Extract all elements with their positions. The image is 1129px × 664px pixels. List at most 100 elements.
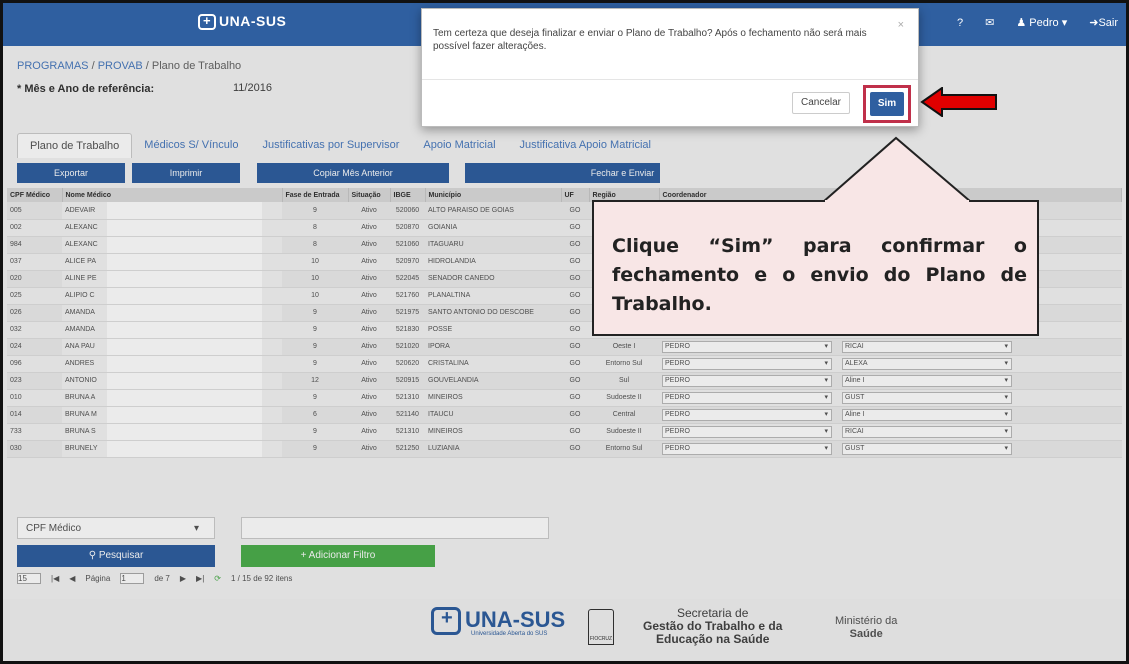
- cell-fase: 8: [282, 236, 348, 254]
- tab-plano-trabalho[interactable]: Plano de Trabalho: [17, 133, 133, 158]
- cell-nome: BRUNA A: [62, 389, 282, 407]
- cell-fase: 12: [282, 372, 348, 390]
- reference-value[interactable]: 11/2016: [233, 82, 272, 94]
- table-row[interactable]: 010 BRUNA A 9 Ativo 521310 MINEIROS GO Sudoeste…: [7, 389, 1122, 407]
- table-row[interactable]: 024 ANA PAU 9 Ativo 521020 IPORA GO Oeste I PEDR…: [7, 338, 1122, 356]
- close-icon[interactable]: ×: [898, 19, 904, 31]
- next-page-icon[interactable]: ▶: [180, 574, 186, 583]
- col-uf[interactable]: UF: [561, 188, 590, 202]
- cell-nome: BRUNELY: [62, 440, 282, 458]
- cell-coord: PEDRO: [659, 423, 839, 441]
- col-nome[interactable]: Nome Médico: [62, 188, 283, 202]
- cell-ibge: 520060: [390, 202, 425, 220]
- cell-mun: PLANALTINA: [425, 287, 561, 305]
- print-button[interactable]: Imprimir: [132, 163, 240, 183]
- cell-ibge: 520870: [390, 219, 425, 237]
- cell-cpf: 025: [7, 287, 62, 305]
- coordenador-select[interactable]: PEDRO: [662, 391, 832, 404]
- page-input[interactable]: 1: [120, 573, 145, 584]
- cell-fase: 9: [282, 440, 348, 458]
- confirm-highlight: Sim: [863, 85, 911, 123]
- cell-fase: 8: [282, 219, 348, 237]
- select-value: Aline I: [845, 376, 865, 384]
- export-button[interactable]: Exportar: [17, 163, 125, 183]
- unasus-logo[interactable]: UNA-SUS: [198, 13, 286, 31]
- tab-justificativas-supervisor[interactable]: Justificativas por Supervisor: [250, 133, 411, 158]
- cell-nome-text: BRUNA M: [65, 411, 97, 418]
- tab-justificativa-apoio[interactable]: Justificativa Apoio Matricial: [508, 133, 663, 158]
- cancel-button[interactable]: Cancelar: [792, 92, 850, 114]
- cell-uf: GO: [561, 389, 589, 407]
- col-fase[interactable]: Fase de Entrada: [282, 188, 349, 202]
- cell-nome-text: BRUNELY: [65, 445, 98, 452]
- user-menu[interactable]: ♟ Pedro ▾: [1016, 16, 1067, 29]
- coordenador-select[interactable]: PEDRO: [662, 374, 832, 387]
- supervisor-select[interactable]: Aline I: [842, 374, 1012, 387]
- cell-nome-text: ANA PAU: [65, 343, 95, 350]
- cell-coord: PEDRO: [659, 355, 839, 373]
- cell-nome-text: AMANDA: [65, 309, 95, 316]
- page-size-select[interactable]: 15: [17, 573, 41, 584]
- breadcrumb-programas[interactable]: PROGRAMAS: [17, 60, 89, 72]
- confirm-button[interactable]: Sim: [870, 92, 904, 116]
- dialog-divider: [422, 79, 918, 80]
- cell-nome: BRUNA S: [62, 423, 282, 441]
- cell-nome-text: ALEXANC: [65, 224, 98, 231]
- col-situacao[interactable]: Situação: [348, 188, 391, 202]
- table-row[interactable]: 733 BRUNA S 9 Ativo 521310 MINEIROS GO Sudoeste…: [7, 423, 1122, 441]
- table-row[interactable]: 023 ANTONIO 12 Ativo 520915 GOUVELANDIA GO Sul P…: [7, 372, 1122, 390]
- cell-fase: 9: [282, 355, 348, 373]
- table-row[interactable]: 030 BRUNELY 9 Ativo 521250 LUZIANIA GO Entorno …: [7, 440, 1122, 458]
- coordenador-select[interactable]: PEDRO: [662, 425, 832, 438]
- supervisor-select[interactable]: GUST: [842, 391, 1012, 404]
- pointer-arrow-icon: [920, 87, 997, 117]
- tab-bar: Plano de Trabalho Médicos S/ Vínculo Jus…: [17, 133, 663, 158]
- col-ibge[interactable]: IBGE: [390, 188, 426, 202]
- unasus-logo-icon: [198, 13, 216, 31]
- ministerio-logo: Ministério da Saúde: [835, 615, 897, 641]
- table-row[interactable]: 014 BRUNA M 6 Ativo 521140 ITAUCU GO Central PED…: [7, 406, 1122, 424]
- coordenador-select[interactable]: PEDRO: [662, 408, 832, 421]
- cell-mun: MINEIROS: [425, 423, 561, 441]
- col-municipio[interactable]: Município: [425, 188, 562, 202]
- col-cpf[interactable]: CPF Médico: [7, 188, 63, 202]
- cell-ibge: 520620: [390, 355, 425, 373]
- filter-value-input[interactable]: [241, 517, 549, 539]
- close-send-button[interactable]: Fechar e Enviar: [465, 163, 660, 183]
- help-icon[interactable]: ?: [957, 17, 963, 29]
- filter-field-select[interactable]: CPF Médico ▾: [17, 517, 215, 539]
- tab-medicos-sem-vinculo[interactable]: Médicos S/ Vínculo: [132, 133, 250, 158]
- last-page-icon[interactable]: ▶|: [196, 574, 204, 583]
- cell-sit: Ativo: [348, 304, 390, 322]
- first-page-icon[interactable]: |◀: [51, 574, 59, 583]
- copy-previous-month-button[interactable]: Copiar Mês Anterior: [257, 163, 449, 183]
- coordenador-select[interactable]: PEDRO: [662, 442, 832, 455]
- cell-fase: 9: [282, 304, 348, 322]
- table-row[interactable]: 096 ANDRES 9 Ativo 520620 CRISTALINA GO Entorno…: [7, 355, 1122, 373]
- cell-sit: Ativo: [348, 253, 390, 271]
- supervisor-select[interactable]: GUST: [842, 442, 1012, 455]
- breadcrumb-provab[interactable]: PROVAB: [98, 60, 143, 72]
- cell-sit: Ativo: [348, 236, 390, 254]
- cell-ibge: 521060: [390, 236, 425, 254]
- cell-mun: ITAUCU: [425, 406, 561, 424]
- supervisor-select[interactable]: Aline I: [842, 408, 1012, 421]
- supervisor-select[interactable]: RICAI: [842, 425, 1012, 438]
- cell-sit: Ativo: [348, 219, 390, 237]
- add-filter-button[interactable]: + Adicionar Filtro: [241, 545, 435, 567]
- cell-fase: 9: [282, 321, 348, 339]
- supervisor-select[interactable]: ALEXA: [842, 357, 1012, 370]
- mail-icon[interactable]: ✉: [985, 16, 994, 29]
- coordenador-select[interactable]: PEDRO: [662, 357, 832, 370]
- prev-page-icon[interactable]: ◀: [69, 574, 75, 583]
- search-button[interactable]: ⚲ Pesquisar: [17, 545, 215, 567]
- refresh-icon[interactable]: ⟳: [214, 574, 221, 583]
- coordenador-select[interactable]: PEDRO: [662, 340, 832, 353]
- min-line2: Saúde: [849, 628, 883, 640]
- tab-apoio-matricial[interactable]: Apoio Matricial: [411, 133, 507, 158]
- cell-fase: 9: [282, 338, 348, 356]
- logout-button[interactable]: ➜Sair: [1089, 16, 1118, 29]
- select-value: PEDRO: [665, 342, 690, 350]
- supervisor-select[interactable]: RICAI: [842, 340, 1012, 353]
- unasus-icon: [431, 607, 461, 636]
